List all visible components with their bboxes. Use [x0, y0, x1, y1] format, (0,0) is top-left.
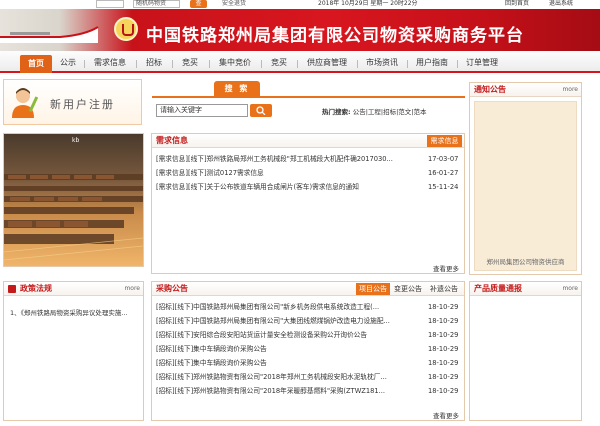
train-graphic	[0, 26, 99, 43]
demand-header: 需求信息 需求信息	[152, 134, 464, 148]
list-item[interactable]: [招标][线下]郑州铁路物资有限公司"2018年郑州工务机械段安阳水泥轨枕厂..…	[156, 372, 461, 382]
search-tab[interactable]: 搜 索	[214, 81, 260, 96]
list-item[interactable]: [招标][线下]中国铁路郑州局集团有限公司"新乡机务段供电系统改造工程(... …	[156, 302, 461, 312]
search-icon	[256, 106, 266, 115]
site-title: 中国铁路郑州局集团有限公司物资采购商务平台	[146, 26, 524, 46]
demand-item-text[interactable]: [需求信息][线下]关于公布铁道车辆用合成闸片(客车)需求信息的通知	[156, 182, 359, 192]
list-item[interactable]: [招标][线下]集中车辆段询价采购公告 18-10-29	[156, 344, 461, 354]
purchase-item-date: 18-10-29	[428, 373, 459, 381]
policy-header: 政策法规 more	[4, 282, 143, 296]
purchase-item-text[interactable]: [招标][线下]郑州铁路物资有限公司"2018年郑州工务机械段安阳水泥轨枕厂..…	[156, 372, 387, 382]
demand-item-date: 17-03-07	[428, 155, 459, 163]
demand-panel: 需求信息 需求信息 [需求信息][线下]郑州铁路局郑州工务机械段"郑工机械段大机…	[151, 133, 465, 274]
logout-link[interactable]: 退出系统	[549, 0, 573, 8]
policy-more-link[interactable]: more	[124, 285, 140, 292]
demand-tab[interactable]: 需求信息	[427, 135, 462, 147]
top-strip: 随机码物资 查 安全退货 2018年 10月29日 星期一 20时22分 回到首…	[0, 0, 600, 9]
notice-caption[interactable]: 郑州局集团公司物资供应商	[474, 256, 577, 266]
nav-item-tender[interactable]: 招标	[140, 55, 168, 71]
demand-item-date: 15-11-24	[428, 183, 459, 191]
policy-panel: 政策法规 more 1、《郑州铁路局物资采购异议处理实施...	[3, 281, 144, 421]
purchase-item-date: 18-10-29	[428, 331, 459, 339]
home-link[interactable]: 回到首页	[505, 0, 529, 8]
register-label: 新用户注册	[50, 98, 115, 111]
nav-item-supplier[interactable]: 供应商管理	[301, 55, 353, 71]
site-banner: 中国铁路郑州局集团有限公司物资采购商务平台	[0, 9, 600, 51]
quality-title: 产品质量通报	[474, 284, 522, 293]
material-select[interactable]: 随机码物资	[133, 0, 180, 8]
railway-logo-icon	[114, 17, 138, 41]
hot-search-label: 热门搜索:	[322, 108, 351, 116]
list-item[interactable]: [需求信息][线下]关于公布铁道车辆用合成闸片(客车)需求信息的通知 15-11…	[156, 182, 461, 192]
query-button[interactable]: 查	[190, 0, 207, 8]
date-display: 2018年 10月29日 星期一 20时22分	[318, 0, 418, 7]
purchase-item-text[interactable]: [招标][线下]集中车辆段询价采购公告	[156, 358, 267, 368]
notice-more-link[interactable]: more	[562, 86, 578, 93]
demand-item-date: 16-01-27	[428, 169, 459, 177]
purchase-more-link[interactable]: 查看更多	[433, 410, 459, 420]
list-item[interactable]: [需求信息][线下]郑州铁路局郑州工务机械段"郑工机械段大机配件确2017030…	[156, 154, 461, 164]
search-panel: 搜 索 请输入关键字 热门搜索: 公告|工程|招标|范文|范本	[152, 79, 465, 125]
tab-change-notice[interactable]: 变更公告	[394, 283, 422, 295]
hot-search-terms[interactable]: 公告|工程|招标|范文|范本	[353, 108, 427, 116]
purchase-item-text[interactable]: [招标][线下]中国铁路郑州局集团有限公司"新乡机务段供电系统改造工程(...	[156, 302, 379, 312]
demand-item-text[interactable]: [需求信息][线下]测试0127需求信息	[156, 168, 264, 178]
notice-title: 通知公告	[474, 85, 506, 94]
photo-panel: kb	[3, 133, 144, 267]
notice-header: 通知公告 more	[470, 83, 581, 97]
quality-header: 产品质量通报 more	[470, 282, 581, 296]
purchase-item-date: 18-10-29	[428, 359, 459, 367]
search-button[interactable]	[250, 104, 272, 117]
search-bar: 请输入关键字 热门搜索: 公告|工程|招标|范文|范本	[152, 96, 465, 123]
search-input[interactable]: 请输入关键字	[156, 104, 248, 117]
purchase-title: 采购公告	[156, 284, 188, 293]
purchase-item-text[interactable]: [招标][线下]郑州铁路物资有限公司"2018年采暖醇基燃料"采购(ZTWZ18…	[156, 386, 385, 396]
demand-item-text[interactable]: [需求信息][线下]郑州铁路局郑州工务机械段"郑工机械段大机配件确2017030…	[156, 154, 393, 164]
purchase-item-date: 18-10-29	[428, 317, 459, 325]
tab-addendum-notice[interactable]: 补遗公告	[430, 283, 458, 295]
nav-item-home[interactable]: 首页	[20, 55, 52, 73]
nav-item-auction-2[interactable]: 竞买	[265, 55, 293, 71]
main-nav: 首页 公示 需求信息 招标 竞买 集中竞价 竞买 供应商管理 市场资讯 用户指南…	[0, 51, 600, 73]
nav-item-publicity[interactable]: 公示	[56, 55, 80, 71]
purchase-panel: 采购公告 项目公告 变更公告 补遗公告 [招标][线下]中国铁路郑州局集团有限公…	[151, 281, 465, 421]
demand-more-link[interactable]: 查看更多	[433, 263, 459, 273]
purchase-item-date: 18-10-29	[428, 345, 459, 353]
nav-item-auction[interactable]: 竞买	[176, 55, 204, 71]
photo-caption: kb	[72, 137, 80, 144]
purchase-item-text[interactable]: [招标][线下]安阳综合段安阳站货运计量安全检测设备采购公开询价公告	[156, 330, 367, 340]
tab-project-notice[interactable]: 项目公告	[356, 283, 390, 295]
freight-yard-photo[interactable]	[4, 134, 143, 266]
nav-item-bidding[interactable]: 集中竞价	[213, 55, 257, 71]
user-avatar-icon	[12, 88, 39, 118]
purchase-item-text[interactable]: [招标][线下]集中车辆段询价采购公告	[156, 344, 267, 354]
list-item[interactable]: [需求信息][线下]测试0127需求信息 16-01-27	[156, 168, 461, 178]
purchase-item-text[interactable]: [招标][线下]中国铁路郑州局集团有限公司"大集团线燃煤锅炉改造电力设施配...	[156, 316, 390, 326]
nav-item-orders[interactable]: 订单管理	[461, 55, 503, 71]
security-link[interactable]: 安全退货	[222, 0, 246, 8]
demand-title: 需求信息	[156, 136, 188, 145]
nav-item-market-news[interactable]: 市场资讯	[361, 55, 403, 71]
purchase-item-date: 18-10-29	[428, 387, 459, 395]
notice-panel: 通知公告 more	[469, 82, 582, 275]
code-input[interactable]	[96, 0, 124, 8]
policy-title: 政策法规	[20, 284, 52, 293]
quality-more-link[interactable]: more	[562, 285, 578, 292]
nav-item-demand[interactable]: 需求信息	[88, 55, 132, 71]
nav-item-user-guide[interactable]: 用户指南	[411, 55, 453, 71]
policy-item[interactable]: 1、《郑州铁路局物资采购异议处理实施...	[10, 307, 128, 317]
new-user-register[interactable]: 新用户注册	[3, 79, 142, 125]
quality-panel: 产品质量通报 more	[469, 281, 582, 421]
list-item[interactable]: [招标][线下]集中车辆段询价采购公告 18-10-29	[156, 358, 461, 368]
list-item[interactable]: [招标][线下]安阳综合段安阳站货运计量安全检测设备采购公开询价公告 18-10…	[156, 330, 461, 340]
list-item[interactable]: [招标][线下]中国铁路郑州局集团有限公司"大集团线燃煤锅炉改造电力设施配...…	[156, 316, 461, 326]
policy-flag-icon	[8, 285, 16, 293]
purchase-item-date: 18-10-29	[428, 303, 459, 311]
hot-search: 热门搜索: 公告|工程|招标|范文|范本	[322, 106, 426, 116]
list-item[interactable]: [招标][线下]郑州铁路物资有限公司"2018年采暖醇基燃料"采购(ZTWZ18…	[156, 386, 461, 396]
notice-scroll-area	[474, 101, 577, 271]
